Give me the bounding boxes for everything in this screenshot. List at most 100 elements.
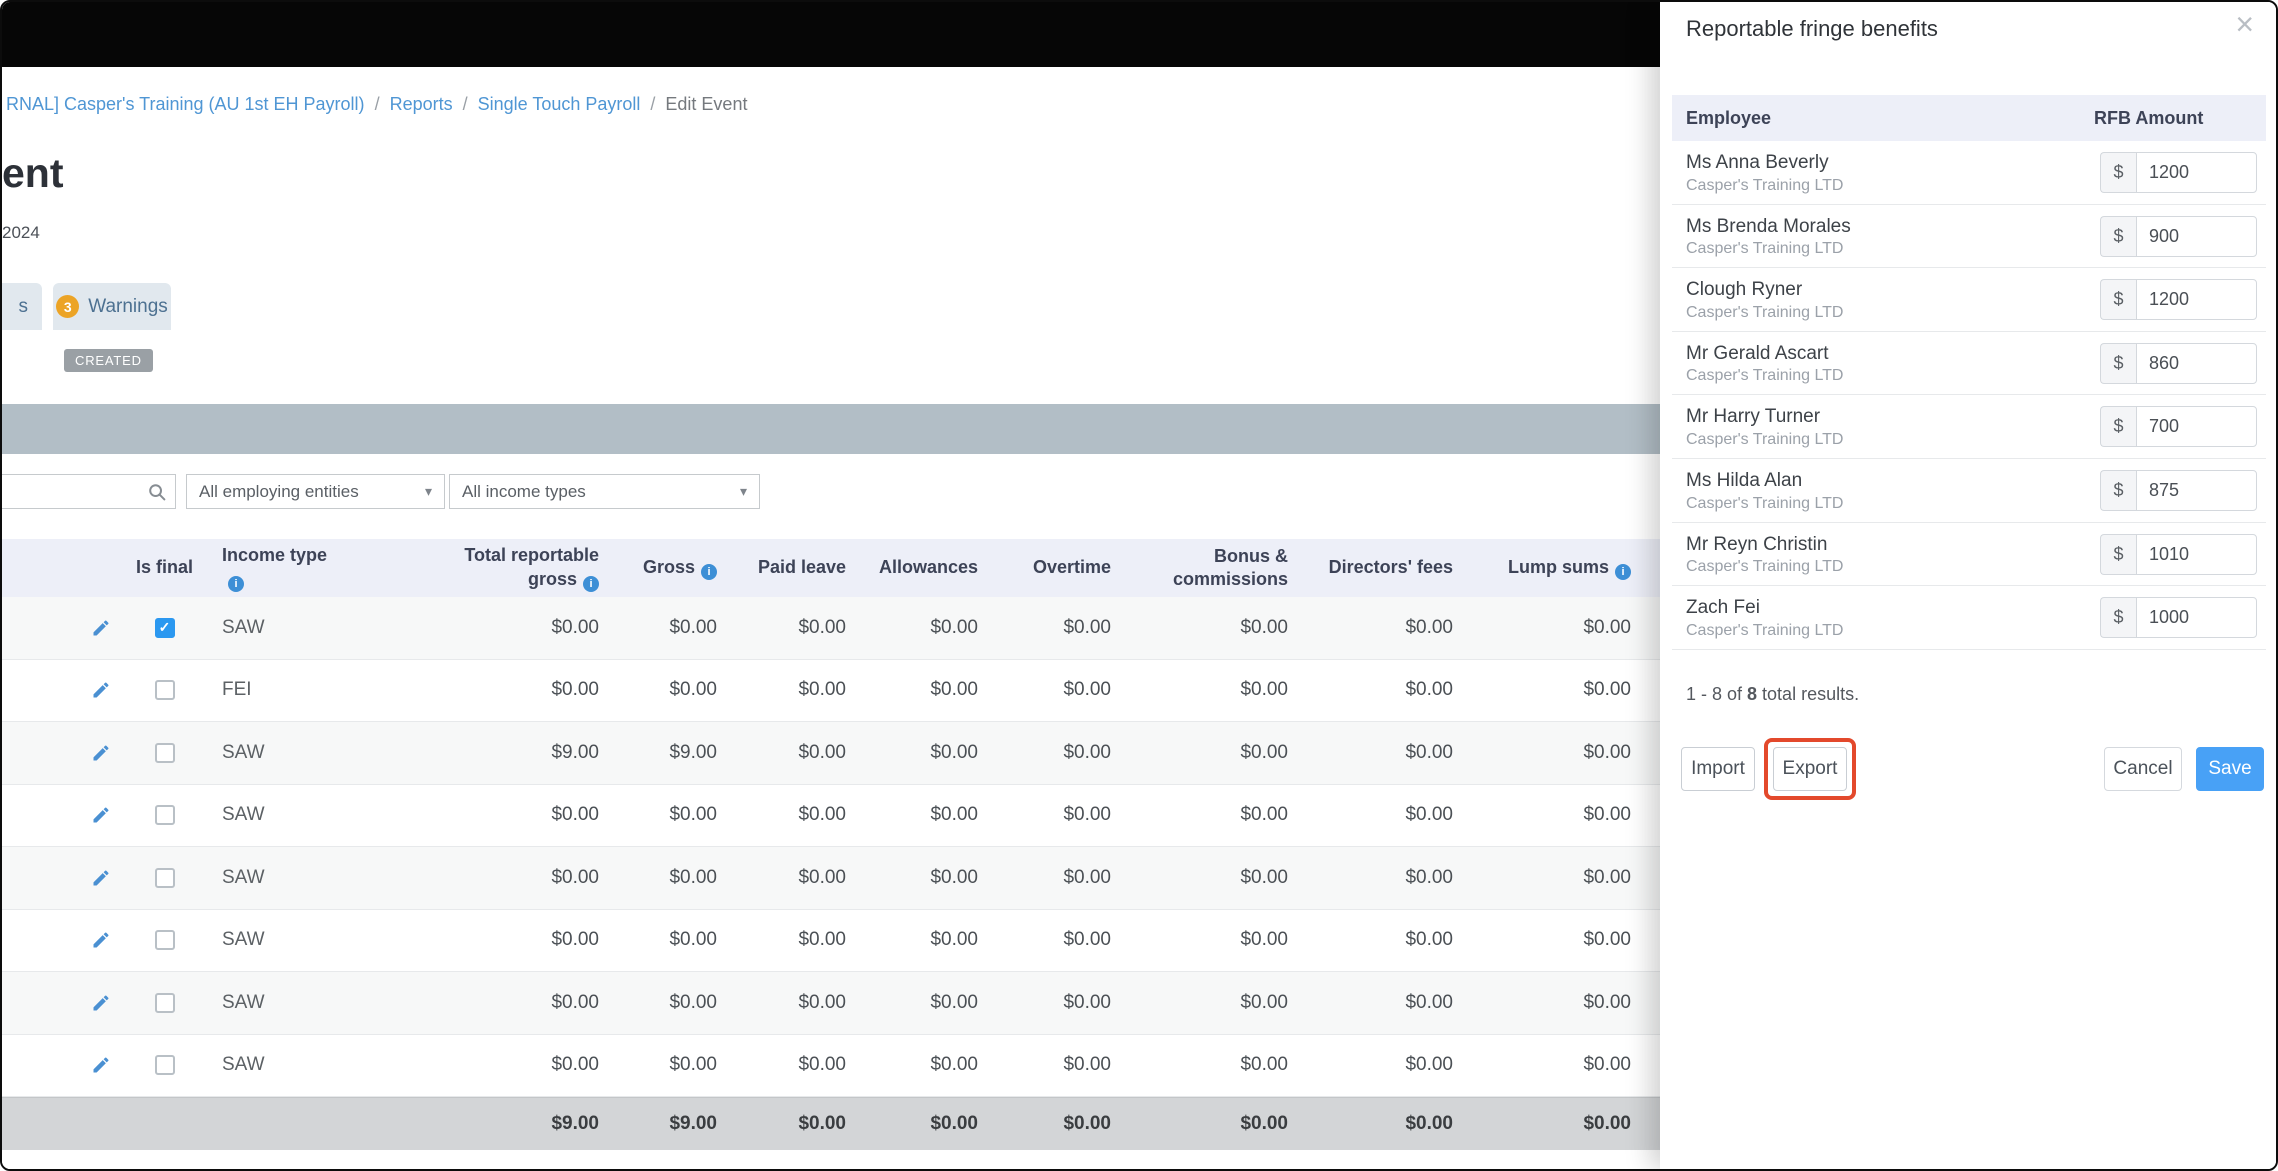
search-input[interactable]	[2, 475, 147, 508]
rfb-amount-input[interactable]	[2136, 469, 2257, 511]
cell-directors-fees: $0.00	[1405, 679, 1453, 701]
cell-edit	[2, 972, 132, 1034]
cell-hidden	[1644, 910, 1660, 972]
currency-addon: $	[2100, 469, 2136, 511]
info-icon[interactable]: i	[1615, 564, 1631, 581]
cell-income-type: SAW	[222, 991, 265, 1013]
edit-row-button[interactable]	[91, 680, 111, 700]
cell-overtime: $0.00	[1063, 991, 1111, 1013]
rfb-amount-input[interactable]	[2136, 279, 2257, 321]
breadcrumb: RNAL] Casper's Training (AU 1st EH Payro…	[6, 94, 747, 115]
edit-row-button[interactable]	[91, 743, 111, 763]
total-paid-leave: $0.00	[798, 1113, 846, 1134]
tab-warnings[interactable]: 3 Warnings	[53, 283, 171, 330]
cell-is-final	[132, 972, 197, 1034]
employee-company: Casper's Training LTD	[1686, 303, 1844, 321]
is-final-checkbox[interactable]	[154, 992, 175, 1013]
currency-addon: $	[2100, 215, 2136, 257]
is-final-checkbox[interactable]	[154, 805, 175, 826]
rfb-amount-input[interactable]	[2136, 215, 2257, 257]
info-icon[interactable]: i	[583, 575, 599, 592]
cell-gross: $0.00	[669, 929, 717, 951]
rfb-row: Clough Ryner Casper's Training LTD $	[1672, 268, 2266, 332]
cell-total-reportable-gross: $0.00	[551, 1054, 599, 1076]
cell-lump-sums: $0.00	[1583, 866, 1631, 888]
total-bonus-commissions: $0.00	[1240, 1113, 1288, 1134]
column-header-label: Total reportable gross i	[464, 544, 599, 592]
is-final-checkbox[interactable]	[154, 867, 175, 888]
column-header-label: Income typei	[222, 544, 332, 592]
cell-gross: $0.00	[669, 991, 717, 1013]
cell-bonus-commissions: $0.00	[1240, 616, 1288, 638]
info-icon[interactable]: i	[228, 575, 244, 592]
export-button[interactable]: Export	[1773, 747, 1847, 791]
cancel-button[interactable]: Cancel	[2104, 747, 2182, 791]
column-header-edit	[2, 539, 132, 597]
cell-lump-sums: $0.00	[1583, 804, 1631, 826]
cell-hidden	[1644, 660, 1660, 722]
cell-directors-fees: $0.00	[1405, 991, 1453, 1013]
rfb-row: Ms Hilda Alan Casper's Training LTD $	[1672, 459, 2266, 523]
cell-paid-leave: $0.00	[798, 866, 846, 888]
cell-income-type: SAW	[222, 929, 265, 951]
cell-gross: $0.00	[669, 1054, 717, 1076]
cell-overtime: $0.00	[1063, 679, 1111, 701]
column-header-label: Gross i	[643, 556, 717, 581]
is-final-checkbox[interactable]	[154, 742, 175, 763]
tab-warnings-label: Warnings	[88, 295, 168, 317]
edit-row-button[interactable]	[91, 868, 111, 888]
cell-directors-fees: $0.00	[1405, 866, 1453, 888]
tab-left-fragment[interactable]: s	[2, 283, 42, 330]
breadcrumb-separator: /	[462, 94, 468, 114]
edit-row-button[interactable]	[91, 930, 111, 950]
cell-lump-sums: $0.00	[1583, 929, 1631, 951]
rfb-amount-group: $	[2100, 342, 2257, 384]
employee-company: Casper's Training LTD	[1686, 558, 1844, 576]
is-final-checkbox[interactable]	[154, 680, 175, 701]
rfb-amount-input[interactable]	[2136, 597, 2257, 639]
import-button[interactable]: Import	[1681, 747, 1755, 791]
rfb-amount-input[interactable]	[2136, 342, 2257, 384]
rfb-rows: Ms Anna BeverlyCasper's Training LTD$Ms …	[1672, 141, 2266, 650]
totals-row: $9.00 $9.00 $0.00 $0.00 $0.00 $0.00 $0.00 $0.00	[2, 1097, 1660, 1150]
cell-allowances: $0.00	[930, 616, 978, 638]
employing-entities-dropdown[interactable]: All employing entities ▾	[186, 474, 445, 509]
cell-allowances: $0.00	[930, 804, 978, 826]
close-icon[interactable]: ×	[2235, 8, 2254, 40]
breadcrumb-link[interactable]: RNAL] Casper's Training (AU 1st EH Payro…	[6, 94, 365, 114]
save-button[interactable]: Save	[2196, 747, 2264, 791]
info-icon[interactable]: i	[701, 564, 717, 581]
cell-is-final: ✓	[132, 597, 197, 659]
stp-events-table: Is final Income typei Total reportable gros…	[2, 539, 1660, 1150]
breadcrumb-link[interactable]: Reports	[390, 94, 453, 114]
total-hidden	[1644, 1098, 1660, 1150]
employee-name: Zach Fei	[1686, 597, 1760, 619]
breadcrumb-link[interactable]: Single Touch Payroll	[478, 94, 641, 114]
is-final-checkbox[interactable]	[154, 930, 175, 951]
rfb-row: Zach Fei Casper's Training LTD $	[1672, 586, 2266, 650]
is-final-checkbox[interactable]: ✓	[154, 617, 175, 638]
cell-bonus-commissions: $0.00	[1240, 991, 1288, 1013]
rfb-amount-group: $	[2100, 597, 2257, 639]
is-final-checkbox[interactable]	[154, 1055, 175, 1076]
rfb-amount-input[interactable]	[2136, 406, 2257, 448]
cell-is-final	[132, 722, 197, 784]
section-header-band	[2, 404, 1660, 454]
edit-row-button[interactable]	[91, 1055, 111, 1075]
table-row: SAW $9.00 $9.00 $0.00 $0.00 $0.00 $0.00 $0.00 $0…	[2, 722, 1660, 785]
employee-name: Mr Gerald Ascart	[1686, 342, 1829, 364]
income-types-dropdown[interactable]: All income types ▾	[449, 474, 760, 509]
rfb-row: Ms Brenda Morales Casper's Training LTD $	[1672, 205, 2266, 269]
rfb-amount-input[interactable]	[2136, 152, 2257, 193]
cell-hidden	[1644, 722, 1660, 784]
cell-edit	[2, 722, 132, 784]
edit-row-button[interactable]	[91, 618, 111, 638]
cell-is-final	[132, 660, 197, 722]
column-header-label: Is final	[135, 557, 193, 578]
edit-row-button[interactable]	[91, 805, 111, 825]
edit-row-button[interactable]	[91, 993, 111, 1013]
cell-bonus-commissions: $0.00	[1240, 929, 1288, 951]
rfb-amount-input[interactable]	[2136, 533, 2257, 575]
column-header-directors-fees: Directors' fees	[1301, 539, 1466, 597]
cell-hidden	[1644, 597, 1660, 659]
